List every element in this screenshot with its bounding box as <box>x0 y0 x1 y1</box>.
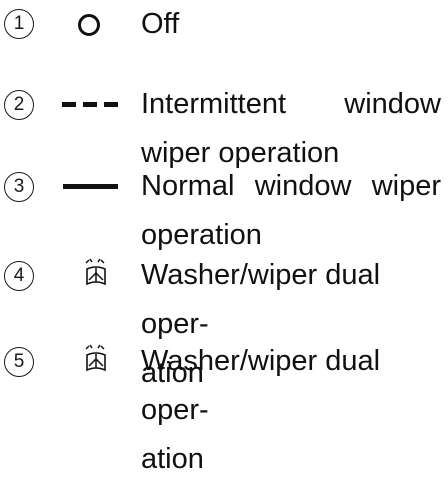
item-text: Normal window wiper operation <box>141 170 441 251</box>
solid-line-icon <box>63 184 118 189</box>
dashed-line-icon <box>62 102 120 108</box>
washer-icon <box>85 344 106 372</box>
dash-segment <box>62 102 76 107</box>
dash-segment <box>104 102 118 107</box>
item-5: 5 Washer/wiper dual oper- ation <box>0 337 448 475</box>
number-marker: 3 <box>4 172 34 202</box>
item-1: 1 Off <box>0 0 448 48</box>
washer-icon <box>85 258 106 286</box>
item-3: 3 Normal window wiper operation <box>0 162 448 262</box>
item-text: Washer/wiper dual oper- ation <box>141 345 381 475</box>
dash-segment <box>83 102 97 107</box>
item-4: 4 Washer/wiper dual oper- ation <box>0 251 448 389</box>
number-marker: 2 <box>4 90 34 120</box>
ring-icon <box>78 14 100 36</box>
item-text: Off <box>141 8 180 40</box>
number-marker: 5 <box>4 347 34 377</box>
number-marker: 1 <box>4 9 34 39</box>
number-marker: 4 <box>4 261 34 291</box>
